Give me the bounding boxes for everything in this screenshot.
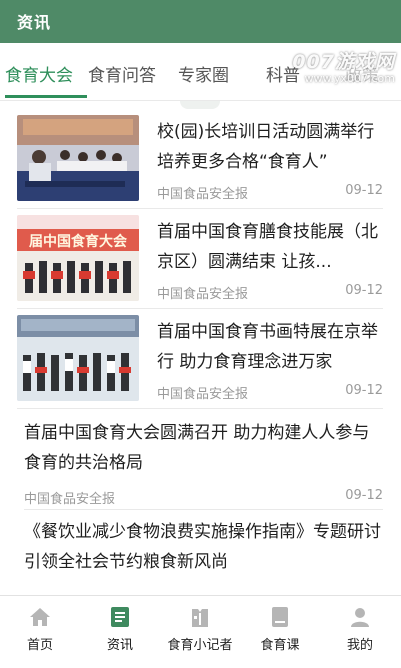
nav-label: 我的 (346, 638, 373, 653)
nav-profile[interactable]: 我的 (320, 596, 400, 668)
pull-refresh-handle (180, 101, 220, 109)
article-thumbnail (17, 115, 139, 201)
nav-course[interactable]: 食育课 (240, 596, 320, 668)
news-icon (111, 607, 129, 627)
article-date: 09-12 (345, 488, 383, 503)
article-meta: 中国食品安全报 09-12 (157, 383, 383, 402)
tab-policy[interactable]: 政策 (345, 61, 379, 86)
watermark: 007游戏网 www.yx007.com (292, 47, 395, 85)
top-bar: 资讯 (0, 0, 401, 43)
nav-label: 首页 (26, 638, 53, 653)
article-card[interactable]: 校(园)长培训日活动圆满举行 培养更多合格“食育人” 中国食品安全报 09-12 (17, 115, 383, 209)
watermark-text: 007游戏网 (292, 51, 395, 73)
tab-food-education-conference[interactable]: 食育大会 (5, 61, 73, 86)
article-source: 中国食品安全报 (24, 492, 116, 507)
article-source: 中国食品安全报 (157, 287, 249, 302)
article-title[interactable]: 首届中国食育书画特展在京举行 助力食育理念进万家 (157, 317, 383, 377)
article-date: 09-12 (345, 383, 383, 398)
article-date: 09-12 (345, 183, 383, 198)
article-source: 中国食品安全报 (157, 187, 249, 202)
thumbnail-banner-text: 届中国食育大会 (29, 233, 128, 250)
article-title[interactable]: 首届中国食育大会圆满召开 助力构建人人参与食育的共治格局 (24, 418, 383, 478)
article-meta: 中国食品安全报 09-12 (24, 488, 383, 508)
nav-label: 食育课 (260, 638, 300, 653)
nav-label: 食育小记者 (167, 638, 233, 653)
page-title: 资讯 (17, 13, 52, 32)
course-icon (272, 607, 288, 627)
article-title[interactable]: 《餐饮业减少食物浪费实施操作指南》专题研讨 引领全社会节约粮食新风尚 (24, 517, 383, 577)
home-icon (30, 608, 50, 626)
article-source: 中国食品安全报 (157, 387, 249, 402)
reporter-icon (192, 609, 208, 627)
nav-news[interactable]: 资讯 (80, 596, 160, 668)
article-meta: 中国食品安全报 09-12 (157, 183, 383, 202)
article-title[interactable]: 首届中国食育膳食技能展（北京区）圆满结束 让孩... (157, 217, 383, 277)
nav-reporter[interactable]: 食育小记者 (160, 596, 240, 668)
nav-label: 资讯 (106, 638, 133, 653)
tab-science[interactable]: 科普 (266, 61, 300, 86)
bottom-navigation: 首页 资讯 食育小记者 食育课 我的 (0, 595, 401, 668)
active-tab-indicator (5, 95, 87, 98)
profile-icon (351, 608, 369, 627)
article-title[interactable]: 校(园)长培训日活动圆满举行 培养更多合格“食育人” (157, 117, 383, 177)
article-date: 09-12 (345, 283, 383, 298)
article-thumbnail: 届中国食育大会 (17, 215, 139, 301)
article-card[interactable]: 《餐饮业减少食物浪费实施操作指南》专题研讨 引领全社会节约粮食新风尚 (24, 517, 383, 587)
article-card[interactable]: 首届中国食育大会圆满召开 助力构建人人参与食育的共治格局 中国食品安全报 09-… (24, 418, 383, 510)
nav-home[interactable]: 首页 (0, 596, 80, 668)
watermark-url: www.yx007.com (304, 72, 395, 85)
article-card[interactable]: 届中国食育大会 首届中国食育膳食技能展（北京区）圆满结束 让孩... 中国食品安… (17, 215, 383, 309)
article-meta: 中国食品安全报 09-12 (157, 283, 383, 302)
tab-food-education-qa[interactable]: 食育问答 (88, 61, 156, 86)
article-thumbnail (17, 315, 139, 401)
category-tabs: 食育大会 食育问答 专家圈 科普 政策 007游戏网 www.yx007.com (0, 43, 401, 101)
article-card[interactable]: 首届中国食育书画特展在京举行 助力食育理念进万家 中国食品安全报 09-12 (17, 315, 383, 409)
tab-expert-circle[interactable]: 专家圈 (178, 61, 229, 86)
